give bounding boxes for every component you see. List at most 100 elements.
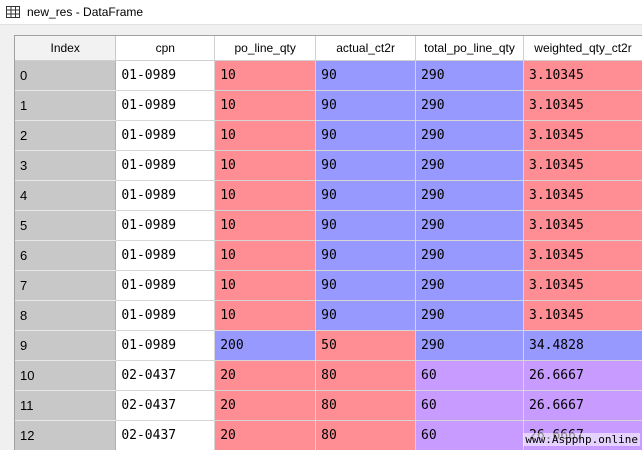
cell-actual-ct2r[interactable]: 90 (316, 211, 416, 241)
column-header-cpn[interactable]: cpn (116, 36, 215, 61)
row-index-cell[interactable]: 4 (15, 181, 116, 211)
table-row: 701-098910902903.10345 (15, 271, 642, 301)
column-header-actual-ct2r[interactable]: actual_ct2r (316, 36, 416, 61)
header-row: Index cpn po_line_qty actual_ct2r total_… (15, 36, 642, 61)
cell-weighted-qty-ct2r[interactable]: 26.6667 (524, 361, 642, 391)
cell-actual-ct2r[interactable]: 50 (316, 331, 416, 361)
row-index-cell[interactable]: 5 (15, 211, 116, 241)
cell-po-line-qty[interactable]: 20 (215, 421, 316, 450)
cell-weighted-qty-ct2r[interactable]: 3.10345 (524, 211, 642, 241)
cell-cpn[interactable]: 01-0989 (116, 331, 215, 361)
cell-total-po-line-qty[interactable]: 60 (416, 361, 524, 391)
cell-total-po-line-qty[interactable]: 60 (416, 391, 524, 421)
cell-cpn[interactable]: 02-0437 (116, 421, 215, 450)
cell-total-po-line-qty[interactable]: 290 (416, 301, 524, 331)
row-index-cell[interactable]: 6 (15, 241, 116, 271)
cell-total-po-line-qty[interactable]: 290 (416, 121, 524, 151)
cell-po-line-qty[interactable]: 20 (215, 391, 316, 421)
cell-total-po-line-qty[interactable]: 290 (416, 91, 524, 121)
cell-cpn[interactable]: 01-0989 (116, 91, 215, 121)
cell-po-line-qty[interactable]: 10 (215, 91, 316, 121)
row-index-cell[interactable]: 9 (15, 331, 116, 361)
column-header-total-po-line-qty[interactable]: total_po_line_qty (416, 36, 524, 61)
cell-po-line-qty[interactable]: 10 (215, 271, 316, 301)
table-row: 1102-043720806026.6667 (15, 391, 642, 421)
table-icon (6, 6, 20, 18)
column-header-po-line-qty[interactable]: po_line_qty (215, 36, 316, 61)
cell-weighted-qty-ct2r[interactable]: 3.10345 (524, 181, 642, 211)
cell-cpn[interactable]: 01-0989 (116, 151, 215, 181)
cell-po-line-qty[interactable]: 10 (215, 211, 316, 241)
row-index-cell[interactable]: 7 (15, 271, 116, 301)
row-index-cell[interactable]: 0 (15, 61, 116, 91)
cell-total-po-line-qty[interactable]: 290 (416, 241, 524, 271)
table-row: 501-098910902903.10345 (15, 211, 642, 241)
cell-cpn[interactable]: 01-0989 (116, 61, 215, 91)
dataframe-grid[interactable]: Index cpn po_line_qty actual_ct2r total_… (14, 35, 642, 450)
cell-actual-ct2r[interactable]: 80 (316, 361, 416, 391)
cell-weighted-qty-ct2r[interactable]: 3.10345 (524, 61, 642, 91)
table-row: 801-098910902903.10345 (15, 301, 642, 331)
row-index-cell[interactable]: 12 (15, 421, 116, 450)
cell-po-line-qty[interactable]: 10 (215, 61, 316, 91)
cell-po-line-qty[interactable]: 200 (215, 331, 316, 361)
table-row: 901-09892005029034.4828 (15, 331, 642, 361)
cell-actual-ct2r[interactable]: 90 (316, 241, 416, 271)
cell-actual-ct2r[interactable]: 80 (316, 421, 416, 450)
table-row: 101-098910902903.10345 (15, 91, 642, 121)
dataframe-table: Index cpn po_line_qty actual_ct2r total_… (15, 36, 642, 450)
cell-cpn[interactable]: 01-0989 (116, 241, 215, 271)
cell-actual-ct2r[interactable]: 90 (316, 181, 416, 211)
row-index-cell[interactable]: 2 (15, 121, 116, 151)
cell-weighted-qty-ct2r[interactable]: 3.10345 (524, 121, 642, 151)
window-title: new_res - DataFrame (27, 5, 143, 19)
cell-po-line-qty[interactable]: 10 (215, 241, 316, 271)
cell-po-line-qty[interactable]: 10 (215, 151, 316, 181)
cell-cpn[interactable]: 01-0989 (116, 301, 215, 331)
cell-actual-ct2r[interactable]: 90 (316, 61, 416, 91)
cell-po-line-qty[interactable]: 10 (215, 121, 316, 151)
row-index-cell[interactable]: 11 (15, 391, 116, 421)
cell-total-po-line-qty[interactable]: 290 (416, 271, 524, 301)
cell-total-po-line-qty[interactable]: 290 (416, 61, 524, 91)
cell-cpn[interactable]: 01-0989 (116, 271, 215, 301)
cell-total-po-line-qty[interactable]: 290 (416, 331, 524, 361)
cell-cpn[interactable]: 01-0989 (116, 211, 215, 241)
cell-total-po-line-qty[interactable]: 290 (416, 151, 524, 181)
row-index-cell[interactable]: 10 (15, 361, 116, 391)
cell-actual-ct2r[interactable]: 90 (316, 271, 416, 301)
column-header-index[interactable]: Index (15, 36, 116, 61)
table-row: 601-098910902903.10345 (15, 241, 642, 271)
table-row: 1002-043720806026.6667 (15, 361, 642, 391)
table-row: 401-098910902903.10345 (15, 181, 642, 211)
cell-total-po-line-qty[interactable]: 290 (416, 181, 524, 211)
cell-actual-ct2r[interactable]: 90 (316, 151, 416, 181)
cell-weighted-qty-ct2r[interactable]: 3.10345 (524, 241, 642, 271)
cell-po-line-qty[interactable]: 10 (215, 301, 316, 331)
cell-actual-ct2r[interactable]: 90 (316, 121, 416, 151)
cell-weighted-qty-ct2r[interactable]: 3.10345 (524, 271, 642, 301)
cell-po-line-qty[interactable]: 10 (215, 181, 316, 211)
row-index-cell[interactable]: 3 (15, 151, 116, 181)
cell-weighted-qty-ct2r[interactable]: 3.10345 (524, 301, 642, 331)
cell-weighted-qty-ct2r[interactable]: 26.6667 (524, 391, 642, 421)
cell-actual-ct2r[interactable]: 90 (316, 91, 416, 121)
row-index-cell[interactable]: 8 (15, 301, 116, 331)
cell-total-po-line-qty[interactable]: 290 (416, 211, 524, 241)
cell-po-line-qty[interactable]: 20 (215, 361, 316, 391)
cell-weighted-qty-ct2r[interactable]: 3.10345 (524, 91, 642, 121)
cell-cpn[interactable]: 02-0437 (116, 391, 215, 421)
cell-cpn[interactable]: 01-0989 (116, 181, 215, 211)
cell-total-po-line-qty[interactable]: 60 (416, 421, 524, 450)
window-titlebar: new_res - DataFrame (0, 0, 642, 25)
cell-actual-ct2r[interactable]: 80 (316, 391, 416, 421)
cell-cpn[interactable]: 02-0437 (116, 361, 215, 391)
cell-cpn[interactable]: 01-0989 (116, 121, 215, 151)
table-row: 201-098910902903.10345 (15, 121, 642, 151)
column-header-weighted-qty-ct2r[interactable]: weighted_qty_ct2r (524, 36, 642, 61)
row-index-cell[interactable]: 1 (15, 91, 116, 121)
cell-weighted-qty-ct2r[interactable]: 34.4828 (524, 331, 642, 361)
cell-actual-ct2r[interactable]: 90 (316, 301, 416, 331)
table-row: 001-098910902903.10345 (15, 61, 642, 91)
cell-weighted-qty-ct2r[interactable]: 3.10345 (524, 151, 642, 181)
